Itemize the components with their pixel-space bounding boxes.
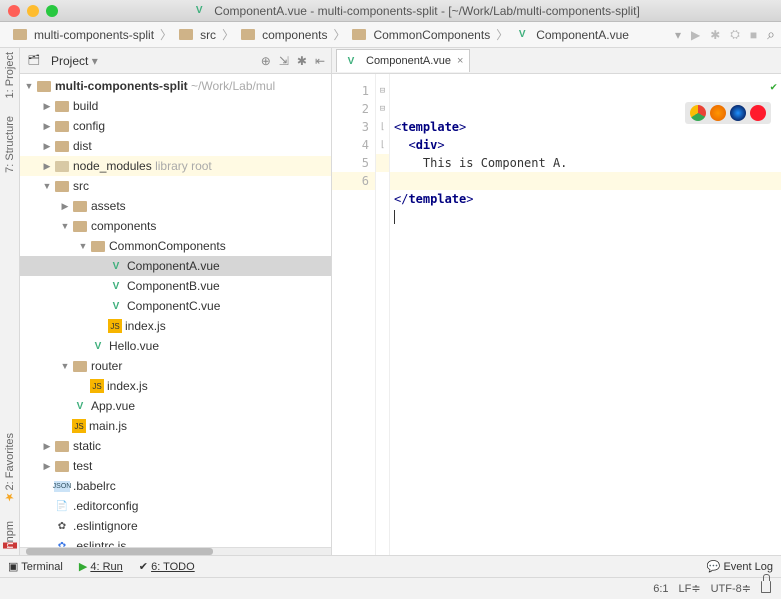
opera-icon[interactable] — [750, 105, 766, 121]
tree-static[interactable]: ▶static — [20, 436, 331, 456]
tree-components[interactable]: ▼components — [20, 216, 331, 236]
hide-icon[interactable]: ⇤ — [315, 54, 325, 68]
tool-window-bar-left: 1: Project 7: Structure ★2: Favorites nn… — [0, 48, 20, 555]
editor-area: V ComponentA.vue × 123 45 6 ⊟⊟⌊⌊ <templa… — [332, 48, 781, 555]
tree-babelrc[interactable]: ▶JSON.babelrc — [20, 476, 331, 496]
scroll-from-source-icon[interactable]: ⊕ — [261, 54, 271, 68]
tree-hello[interactable]: ▶VHello.vue — [20, 336, 331, 356]
navigation-bar: multi-components-split 〉 src 〉 component… — [0, 22, 781, 48]
tree-router-index[interactable]: ▶JSindex.js — [20, 376, 331, 396]
run-button-icon[interactable]: ▶ — [691, 28, 700, 42]
project-tree[interactable]: ▼multi-components-split ~/Work/Lab/mul ▶… — [20, 74, 331, 547]
inspection-ok-icon[interactable]: ✔ — [770, 78, 777, 96]
file-encoding[interactable]: UTF-8≑ — [711, 582, 751, 595]
line-separator[interactable]: LF≑ — [679, 582, 701, 595]
bottom-tool-bar: ▣ Terminal ▶ 4: Run ✔ 6: TODO 💬 Event Lo… — [0, 555, 781, 577]
cursor-position[interactable]: 6:1 — [653, 583, 668, 595]
tree-component-a[interactable]: ▶VComponentA.vue — [20, 256, 331, 276]
tree-build[interactable]: ▶build — [20, 96, 331, 116]
tool-project[interactable]: 1: Project — [4, 52, 16, 98]
breadcrumb-file[interactable]: VComponentA.vue — [508, 25, 635, 45]
breadcrumb-common[interactable]: CommonComponents — [345, 25, 496, 45]
firefox-icon[interactable] — [710, 105, 726, 121]
tree-component-b[interactable]: ▶VComponentB.vue — [20, 276, 331, 296]
tree-src[interactable]: ▼src — [20, 176, 331, 196]
browser-preview-badges — [685, 102, 771, 124]
window-title: V ComponentA.vue - multi-components-spli… — [58, 3, 773, 19]
vue-icon: V — [343, 53, 359, 69]
tool-run[interactable]: ▶ 4: Run — [79, 560, 123, 573]
settings-icon[interactable]: ✱ — [297, 54, 307, 68]
tree-dist[interactable]: ▶dist — [20, 136, 331, 156]
close-tab-icon[interactable]: × — [457, 55, 463, 67]
tree-node-modules[interactable]: ▶node_modules library root — [20, 156, 331, 176]
status-bar: 6:1 LF≑ UTF-8≑ — [0, 577, 781, 599]
editor-tabs: V ComponentA.vue × — [332, 48, 781, 74]
coverage-icon[interactable]: ⛭ — [730, 27, 740, 42]
tree-common-components[interactable]: ▼CommonComponents — [20, 236, 331, 256]
fold-gutter[interactable]: ⊟⊟⌊⌊ — [376, 74, 390, 555]
line-gutter: 123 45 6 — [332, 74, 376, 555]
tool-terminal[interactable]: ▣ Terminal — [8, 560, 63, 573]
project-tool-window: 🗂 Project ▾ ⊕ ⇲ ✱ ⇤ ▼multi-components-sp… — [20, 48, 332, 555]
breadcrumb-components[interactable]: components — [234, 25, 333, 45]
stop-icon[interactable]: ■ — [750, 28, 757, 42]
collapse-all-icon[interactable]: ⇲ — [279, 54, 289, 68]
titlebar: V ComponentA.vue - multi-components-spli… — [0, 0, 781, 22]
close-window[interactable] — [8, 5, 20, 17]
tree-common-index[interactable]: ▶JSindex.js — [20, 316, 331, 336]
project-view-selector[interactable]: Project ▾ — [51, 54, 98, 68]
run-config-dropdown[interactable]: ▾ — [675, 28, 681, 42]
editor-tab-component-a[interactable]: V ComponentA.vue × — [336, 49, 470, 72]
project-panel-header: 🗂 Project ▾ ⊕ ⇲ ✱ ⇤ — [20, 48, 331, 74]
tree-assets[interactable]: ▶assets — [20, 196, 331, 216]
vue-icon: V — [514, 27, 530, 43]
tree-eslintrc[interactable]: ▶✿.eslintrc.js — [20, 536, 331, 547]
chrome-icon[interactable] — [690, 105, 706, 121]
tree-component-c[interactable]: ▶VComponentC.vue — [20, 296, 331, 316]
minimize-window[interactable] — [27, 5, 39, 17]
tree-eslintignore[interactable]: ▶✿.eslintignore — [20, 516, 331, 536]
tree-main-js[interactable]: ▶JSmain.js — [20, 416, 331, 436]
tool-favorites[interactable]: ★2: Favorites — [3, 433, 16, 503]
debug-button-icon[interactable]: ✱ — [710, 28, 720, 42]
vue-icon: V — [191, 3, 207, 19]
tree-router[interactable]: ▼router — [20, 356, 331, 376]
project-icon: 🗂 — [26, 53, 42, 69]
safari-icon[interactable] — [730, 105, 746, 121]
breadcrumb-root[interactable]: multi-components-split — [6, 25, 160, 45]
tool-structure[interactable]: 7: Structure — [4, 116, 16, 173]
tool-event-log[interactable]: 💬 Event Log — [707, 560, 773, 573]
tree-app-vue[interactable]: ▶VApp.vue — [20, 396, 331, 416]
tool-todo[interactable]: ✔ 6: TODO — [139, 560, 195, 573]
tree-test[interactable]: ▶test — [20, 456, 331, 476]
tree-horizontal-scrollbar[interactable] — [20, 547, 331, 555]
tool-npm[interactable]: nnpm — [4, 521, 16, 549]
readonly-lock-icon[interactable] — [761, 581, 771, 596]
search-icon[interactable]: ⌕ — [767, 26, 775, 43]
breadcrumb-src[interactable]: src — [172, 25, 222, 45]
traffic-lights — [8, 5, 58, 17]
zoom-window[interactable] — [46, 5, 58, 17]
tree-config[interactable]: ▶config — [20, 116, 331, 136]
editor-body[interactable]: 123 45 6 ⊟⊟⌊⌊ <template> <div> This is C… — [332, 74, 781, 555]
tree-root[interactable]: ▼multi-components-split ~/Work/Lab/mul — [20, 76, 331, 96]
tree-editorconfig[interactable]: ▶📄.editorconfig — [20, 496, 331, 516]
code-area[interactable]: <template> <div> This is Component A. </… — [390, 74, 781, 555]
